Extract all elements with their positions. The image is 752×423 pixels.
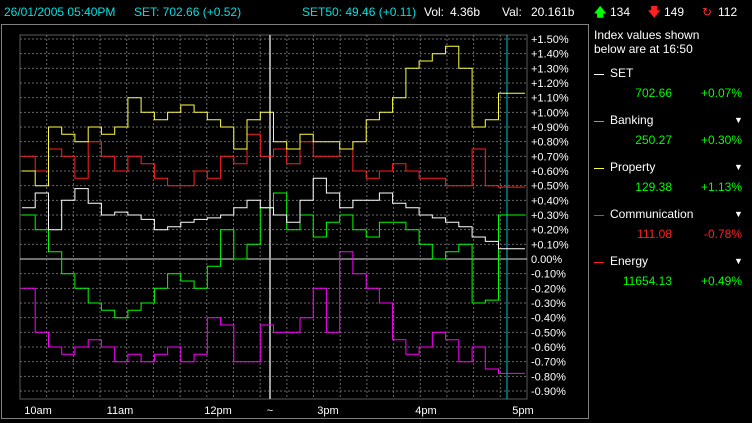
y-tick-label: +0.70% bbox=[531, 151, 569, 163]
series-value: 129.38 bbox=[635, 180, 672, 194]
y-tick-label: +1.30% bbox=[531, 63, 569, 75]
unchanged-count: 112 bbox=[718, 5, 738, 19]
series-swatch bbox=[594, 121, 604, 122]
series-value: 11654.13 bbox=[622, 274, 672, 288]
y-tick-label: -0.50% bbox=[531, 327, 566, 339]
y-tick-label: +1.40% bbox=[531, 49, 569, 61]
index-chart: +1.50% +1.40% +1.30% +1.20% +1.10% +1.00% +0.9… bbox=[19, 34, 569, 417]
series-change: +0.07% bbox=[700, 86, 742, 100]
y-tick-label: -0.60% bbox=[531, 342, 566, 354]
chevron-down-icon[interactable]: ▼ bbox=[734, 162, 743, 172]
panel-header: Index values shown below are at 16:50 bbox=[594, 28, 699, 56]
y-tick-label: -0.40% bbox=[531, 313, 566, 325]
x-tick-label: 3pm bbox=[317, 405, 338, 417]
series-change: +1.13% bbox=[700, 180, 742, 194]
series-value: 111.08 bbox=[637, 227, 672, 241]
datetime: 26/01/2005 05:40PM bbox=[4, 5, 116, 19]
series-name: Energy bbox=[610, 254, 649, 268]
chevron-down-icon[interactable]: ▼ bbox=[734, 209, 743, 219]
x-tick-label: 4pm bbox=[415, 405, 436, 417]
x-tick-label: 10am bbox=[24, 405, 52, 417]
series-swatch bbox=[594, 215, 604, 216]
y-tick-label: +0.20% bbox=[531, 225, 569, 237]
val-value: 20.161b bbox=[531, 5, 575, 19]
series-value: 250.27 bbox=[635, 133, 672, 147]
chevron-down-icon[interactable]: ▼ bbox=[734, 256, 743, 266]
series-change: +0.30% bbox=[700, 133, 742, 147]
val-label: Val: bbox=[502, 5, 522, 19]
x-tick-label: ~ bbox=[267, 405, 273, 417]
series-name: SET bbox=[610, 66, 634, 80]
chart-frame: +1.50% +1.40% +1.30% +1.20% +1.10% +1.00% +0.9… bbox=[1, 24, 589, 419]
vol-value: 4.36b bbox=[450, 5, 481, 19]
series-name: Property bbox=[610, 160, 656, 174]
index-panel: Index values shown below are at 16:50 SE… bbox=[590, 24, 752, 423]
y-tick-label: -0.80% bbox=[531, 371, 566, 383]
y-tick-label: 0.00% bbox=[531, 254, 562, 266]
y-tick-label: -0.90% bbox=[531, 386, 566, 398]
series-swatch bbox=[594, 74, 604, 75]
y-tick-label: +0.50% bbox=[531, 181, 569, 193]
x-tick-label: 11am bbox=[107, 405, 134, 417]
y-tick-label: -0.10% bbox=[531, 269, 566, 281]
panel-header-line1: Index values shown bbox=[594, 28, 700, 42]
y-tick-label: -0.30% bbox=[531, 298, 566, 310]
panel-header-line2: below are at 16:50 bbox=[594, 42, 693, 56]
y-tick-label: +0.90% bbox=[531, 122, 569, 134]
refresh-icon: ↻ bbox=[702, 5, 713, 19]
plot-area bbox=[19, 34, 528, 400]
x-tick-label: 12pm bbox=[204, 405, 232, 417]
status-bar: 26/01/2005 05:40PM SET: 702.66 (+0.52) S… bbox=[0, 0, 752, 24]
series-value: 702.66 bbox=[635, 86, 672, 100]
set-index: SET: 702.66 (+0.52) bbox=[134, 5, 242, 19]
series-change: -0.78% bbox=[703, 227, 742, 241]
set50-index: SET50: 49.46 (+0.11) bbox=[302, 5, 417, 19]
series-line-set bbox=[22, 177, 525, 250]
y-tick-label: -0.70% bbox=[531, 357, 566, 369]
series-change: +0.49% bbox=[700, 274, 742, 288]
y-tick-label: +1.00% bbox=[531, 107, 569, 119]
y-tick-label: +1.20% bbox=[531, 78, 569, 90]
up-arrow-icon: 🡅 bbox=[594, 5, 607, 19]
series-swatch bbox=[594, 262, 604, 263]
up-count: 134 bbox=[610, 5, 631, 19]
series-name: Communication bbox=[610, 207, 694, 221]
y-tick-label: -0.20% bbox=[531, 283, 566, 295]
chevron-down-icon[interactable]: ▼ bbox=[734, 115, 743, 125]
down-count: 149 bbox=[664, 5, 685, 19]
series-line-energy bbox=[22, 133, 525, 188]
series-name: Banking bbox=[610, 113, 654, 127]
y-tick-label: +0.30% bbox=[531, 210, 569, 222]
series-line-property bbox=[22, 45, 525, 187]
vol-label: Vol: bbox=[424, 5, 445, 19]
y-tick-label: +0.10% bbox=[531, 239, 569, 251]
y-tick-label: +0.80% bbox=[531, 137, 569, 149]
y-tick-label: +1.50% bbox=[531, 34, 569, 46]
y-tick-label: +1.10% bbox=[531, 93, 569, 105]
x-tick-label: 5pm bbox=[512, 405, 533, 417]
series-swatch bbox=[594, 168, 604, 169]
y-tick-label: +0.60% bbox=[531, 166, 569, 178]
series-line-communication bbox=[22, 251, 525, 374]
y-tick-label: +0.40% bbox=[531, 195, 569, 207]
down-arrow-icon: 🡇 bbox=[648, 5, 661, 19]
